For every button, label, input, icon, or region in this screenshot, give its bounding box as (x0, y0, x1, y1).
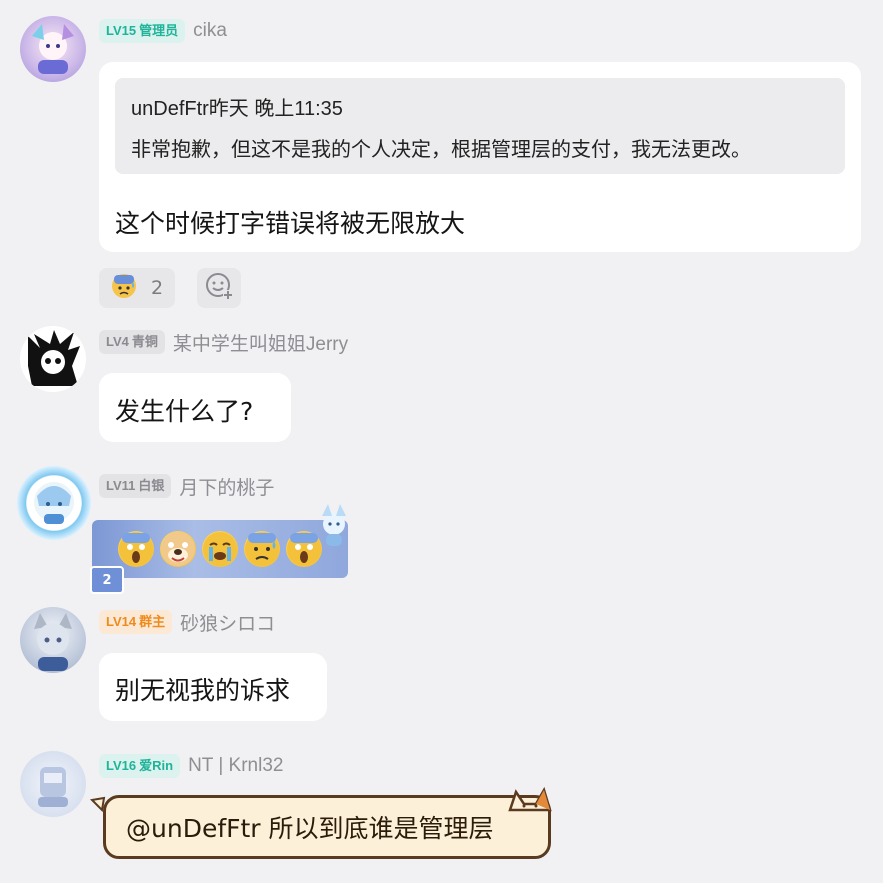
level-badge: LV11 白银 (99, 474, 172, 498)
add-reaction-button[interactable] (197, 268, 241, 308)
reply-text: 非常抱歉，但这不是我的个人决定，根据管理层的支付，我无法更改。 (131, 137, 751, 161)
sticker-tag: 2 (90, 566, 124, 594)
avatar-nt[interactable] (20, 751, 86, 817)
blurred-avatar-icon (38, 767, 68, 807)
reaction-chip[interactable]: 2 (99, 268, 175, 308)
anxious-sweat-emoji-icon (111, 273, 137, 304)
message-bubble[interactable]: 别无视我的诉求 (99, 653, 327, 721)
user-meta: LV11 白银 月下的桃子 (99, 473, 274, 499)
username[interactable]: NT | Krnl32 (188, 755, 283, 777)
avatar-cika[interactable] (20, 16, 86, 82)
sticker-character-icon (310, 502, 358, 554)
scream-emoji-icon (118, 531, 154, 567)
add-reaction-icon (205, 272, 233, 305)
user-meta: LV15 管理员 cika (99, 18, 227, 44)
username[interactable]: 砂狼シロコ (180, 609, 275, 636)
anime-avatar-icon (28, 330, 80, 386)
user-meta: LV4 青铜 某中学生叫姐姐Jerry (99, 329, 348, 355)
message-bubble[interactable]: unDefFtr昨天 晚上11:35 非常抱歉，但这不是我的个人决定，根据管理层… (99, 62, 861, 252)
cat-theme-bubble[interactable]: @unDefFtr 所以到底谁是管理层 (103, 795, 551, 859)
message-text: 这个时候打字错误将被无限放大 (115, 209, 466, 238)
avatar-peach[interactable] (17, 466, 91, 540)
dog-face-emoji-icon (160, 531, 196, 567)
message-text: 别无视我的诉求 (115, 676, 291, 705)
anxious-sweat-emoji-icon (244, 531, 280, 567)
crying-emoji-icon (202, 531, 238, 567)
message-bubble[interactable]: 发生什么了? (99, 373, 291, 442)
message-text: 发生什么了? (115, 397, 254, 426)
username[interactable]: cika (193, 20, 227, 42)
quoted-reply[interactable]: unDefFtr昨天 晚上11:35 非常抱歉，但这不是我的个人决定，根据管理层… (115, 78, 845, 174)
anime-avatar-icon (34, 613, 72, 671)
avatar-shiroko[interactable] (20, 607, 86, 673)
anime-avatar-icon (32, 24, 74, 74)
level-badge: LV4 青铜 (99, 330, 165, 354)
message-text: @unDefFtr 所以到底谁是管理层 (126, 814, 494, 843)
reaction-bar: 2 (99, 268, 241, 308)
username[interactable]: 月下的桃子 (179, 473, 274, 500)
level-badge: LV16 爱Rin (99, 754, 181, 778)
bubble-tail-icon (89, 796, 106, 816)
anime-avatar-icon (34, 482, 74, 524)
level-badge: LV14 群主 (99, 610, 173, 634)
username[interactable]: 某中学生叫姐姐Jerry (173, 329, 348, 356)
level-badge: LV15 管理员 (99, 19, 186, 43)
avatar-jerry[interactable] (20, 326, 86, 392)
cat-ears-icon (506, 784, 558, 818)
user-meta: LV14 群主 砂狼シロコ (99, 609, 275, 635)
reaction-count: 2 (151, 277, 164, 299)
user-meta: LV16 爱Rin NT | Krnl32 (99, 753, 283, 779)
reply-header: unDefFtr昨天 晚上11:35 (131, 98, 343, 120)
